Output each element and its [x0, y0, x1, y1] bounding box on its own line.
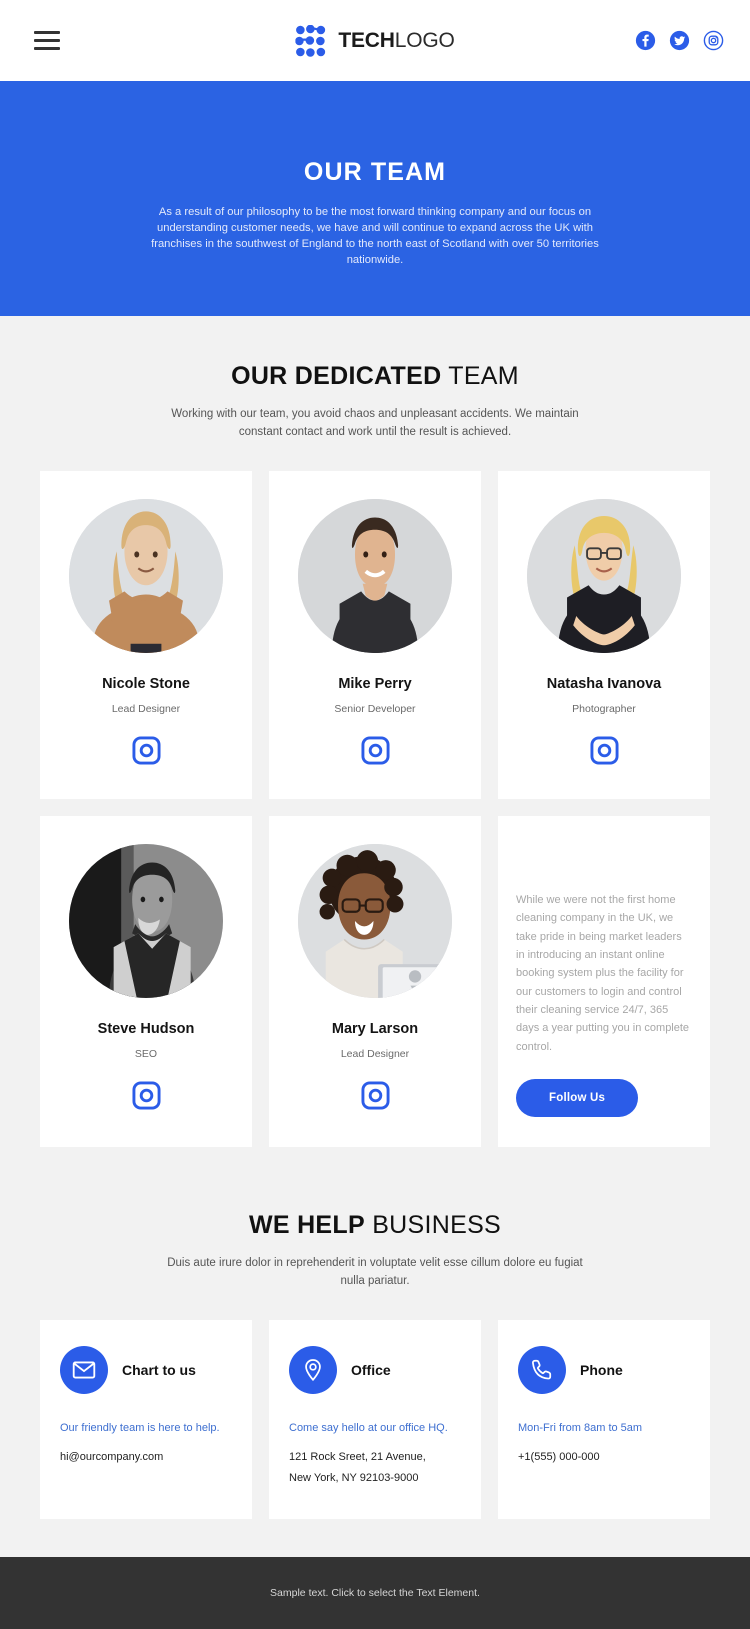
logo-text-light: LOGO — [394, 29, 455, 52]
instagram-icon[interactable] — [360, 1081, 390, 1110]
contact-detail-line: 121 Rock Sreet, 21 Avenue, — [289, 1451, 426, 1464]
contact-card-header: Office — [289, 1345, 461, 1394]
map-pin-icon — [289, 1345, 337, 1394]
contact-detail-line: hi@ourcompany.com — [60, 1451, 164, 1464]
business-section-header: WE HELP BUSINESS Duis aute irure dolor i… — [40, 1211, 710, 1291]
member-name: Mike Perry — [338, 675, 412, 692]
contact-card-details: 121 Rock Sreet, 21 Avenue, New York, NY … — [289, 1447, 461, 1489]
contact-card-tagline: Mon-Fri from 8am to 5am — [518, 1421, 643, 1434]
hero-banner: OUR TEAM As a result of our philosophy t… — [0, 81, 750, 316]
site-header: TECHLOGO — [0, 0, 750, 81]
avatar — [527, 498, 681, 653]
avatar — [69, 498, 223, 653]
business-section-subtitle: Duis aute irure dolor in reprehenderit i… — [167, 1257, 583, 1288]
business-title-bold: WE HELP — [248, 1211, 365, 1240]
contact-card-office[interactable]: Office Come say hello at our office HQ. … — [269, 1319, 481, 1520]
contact-card-title: Phone — [580, 1361, 623, 1378]
contact-grid: Chart to us Our friendly team is here to… — [40, 1319, 710, 1520]
contact-card-details: hi@ourcompany.com — [60, 1447, 232, 1468]
team-card[interactable]: Mike Perry Senior Developer — [269, 470, 481, 799]
avatar-photo-mary — [298, 843, 452, 998]
member-role: SEO — [134, 1047, 158, 1060]
member-role: Senior Developer — [334, 702, 416, 715]
team-title-bold: OUR DEDICATED — [231, 362, 442, 390]
avatar — [298, 843, 452, 998]
avatar-photo-nicole — [69, 498, 223, 653]
contact-detail-line: New York, NY 92103-9000 — [289, 1472, 419, 1485]
contact-card-title: Chart to us — [122, 1361, 196, 1378]
team-text-card: While we were not the first home cleanin… — [498, 815, 710, 1148]
member-name: Nicole Stone — [102, 675, 190, 692]
instagram-icon[interactable] — [360, 736, 390, 765]
business-section-title: WE HELP BUSINESS — [40, 1211, 710, 1240]
member-role: Lead Designer — [340, 1047, 410, 1060]
contact-card-phone[interactable]: Phone Mon-Fri from 8am to 5am +1(555) 00… — [498, 1319, 710, 1520]
contact-detail-line: +1(555) 000-000 — [518, 1451, 600, 1464]
team-section-subtitle: Working with our team, you avoid chaos a… — [171, 408, 579, 439]
avatar — [69, 843, 223, 998]
avatar-photo-mike — [298, 498, 452, 653]
footer-text[interactable]: Sample text. Click to select the Text El… — [270, 1587, 480, 1599]
contact-card-title: Office — [351, 1361, 391, 1378]
member-name: Mary Larson — [331, 1020, 419, 1037]
logo-text-bold: TECH — [338, 29, 395, 52]
site-footer: Sample text. Click to select the Text El… — [0, 1557, 750, 1629]
logo-wordmark: TECHLOGO — [338, 30, 454, 51]
site-logo[interactable]: TECHLOGO — [295, 24, 455, 57]
team-section-header: OUR DEDICATED TEAM Working with our team… — [40, 362, 710, 442]
twitter-icon[interactable] — [669, 30, 690, 51]
phone-icon — [518, 1345, 566, 1394]
social-links — [635, 30, 724, 51]
instagram-icon[interactable] — [589, 736, 619, 765]
instagram-icon[interactable] — [131, 1081, 161, 1110]
contact-card-header: Phone — [518, 1345, 690, 1394]
envelope-icon — [60, 1345, 108, 1394]
member-name: Steve Hudson — [97, 1020, 195, 1037]
avatar-photo-steve — [69, 843, 223, 998]
hamburger-line — [34, 31, 60, 34]
member-role: Photographer — [572, 702, 636, 715]
team-card[interactable]: Natasha Ivanova Photographer — [498, 470, 710, 799]
member-role: Lead Designer — [111, 702, 181, 715]
business-title-light: BUSINESS — [364, 1211, 502, 1240]
hamburger-line — [34, 47, 60, 50]
hamburger-line — [34, 39, 60, 42]
team-section: OUR DEDICATED TEAM Working with our team… — [0, 316, 750, 1148]
follow-us-button[interactable]: Follow Us — [516, 1079, 639, 1118]
team-grid: Nicole Stone Lead Designer Mike Perry Se… — [40, 470, 710, 1148]
dot-grid-icon — [295, 24, 326, 57]
hero-subtitle: As a result of our philosophy to be the … — [151, 206, 599, 266]
hamburger-menu-icon[interactable] — [34, 31, 60, 50]
team-title-light: TEAM — [441, 362, 519, 390]
business-section: WE HELP BUSINESS Duis aute irure dolor i… — [0, 1147, 750, 1520]
contact-card-tagline: Our friendly team is here to help. — [60, 1421, 220, 1434]
contact-card-header: Chart to us — [60, 1345, 232, 1394]
team-section-title: OUR DEDICATED TEAM — [40, 362, 710, 391]
contact-card-email[interactable]: Chart to us Our friendly team is here to… — [40, 1319, 252, 1520]
team-card[interactable]: Steve Hudson SEO — [40, 815, 252, 1148]
contact-card-details: +1(555) 000-000 — [518, 1447, 690, 1468]
team-text-body: While we were not the first home cleanin… — [516, 893, 690, 1053]
team-card[interactable]: Mary Larson Lead Designer — [269, 815, 481, 1148]
hero-title: OUR TEAM — [303, 158, 447, 186]
contact-card-tagline: Come say hello at our office HQ. — [289, 1421, 448, 1434]
facebook-icon[interactable] — [635, 30, 656, 51]
instagram-icon[interactable] — [131, 736, 161, 765]
team-card[interactable]: Nicole Stone Lead Designer — [40, 470, 252, 799]
avatar — [298, 498, 452, 653]
avatar-photo-natasha — [527, 498, 681, 653]
instagram-icon[interactable] — [703, 30, 724, 51]
member-name: Natasha Ivanova — [546, 675, 662, 692]
